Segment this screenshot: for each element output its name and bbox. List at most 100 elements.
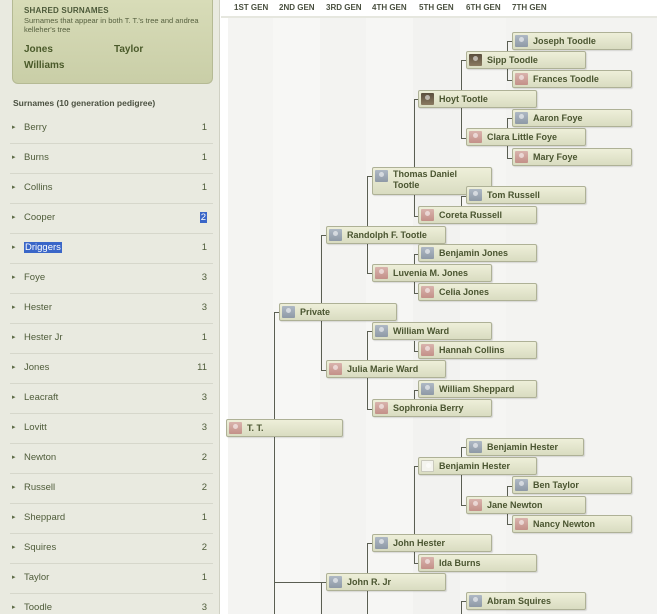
surname-row[interactable]: ▸ Taylor 1 [10, 564, 213, 594]
shared-surnames-box: SHARED SURNAMES Surnames that appear in … [12, 0, 213, 84]
person-box[interactable]: John Hester [372, 534, 492, 552]
surname-row[interactable]: ▸ Toodle 3 [10, 594, 213, 614]
person-box[interactable]: Clara Little Foye [466, 128, 586, 146]
person-box[interactable]: Celia Jones [418, 283, 537, 301]
person-name: John R. Jr [347, 577, 392, 587]
surname-row[interactable]: ▸ Driggers 1 [10, 234, 213, 264]
surname-count: 2 [199, 212, 207, 223]
generation-header: 4TH GEN [372, 3, 407, 12]
person-box[interactable]: Benjamin Hester [466, 438, 584, 456]
surname-label[interactable]: Burns [24, 152, 49, 163]
surname-count: 3 [201, 602, 207, 613]
surname-label[interactable]: Squires [24, 542, 56, 553]
surname-label[interactable]: Lovitt [24, 422, 47, 433]
surname-label[interactable]: Driggers [24, 242, 62, 253]
surname-row[interactable]: ▸ Berry 1 [10, 114, 213, 144]
expand-arrow-icon[interactable]: ▸ [12, 603, 16, 611]
expand-arrow-icon[interactable]: ▸ [12, 363, 16, 371]
person-box[interactable]: Private [279, 303, 397, 321]
person-box[interactable]: Coreta Russell [418, 206, 537, 224]
person-box[interactable]: Benjamin Hester [418, 457, 537, 475]
person-box[interactable]: Aaron Foye [512, 109, 632, 127]
surname-count: 1 [201, 572, 207, 583]
pedigree-chart: 1ST GEN 2ND GEN 3RD GEN 4TH GEN 5TH GEN 6TH G… [221, 0, 657, 614]
person-box[interactable]: Benjamin Jones [418, 244, 537, 262]
person-name: William Ward [393, 326, 450, 336]
surname-row[interactable]: ▸ Collins 1 [10, 174, 213, 204]
surname-row[interactable]: ▸ Hester Jr 1 [10, 324, 213, 354]
surname-label[interactable]: Taylor [24, 572, 49, 583]
person-box[interactable]: Mary Foye [512, 148, 632, 166]
shared-surname-link[interactable]: Taylor [114, 44, 143, 55]
expand-arrow-icon[interactable]: ▸ [12, 213, 16, 221]
person-name: John Hester [393, 538, 446, 548]
shared-surname-link[interactable]: Williams [24, 60, 64, 71]
person-box[interactable]: Sipp Toodle [466, 51, 586, 69]
surname-row[interactable]: ▸ Newton 2 [10, 444, 213, 474]
expand-arrow-icon[interactable]: ▸ [12, 483, 16, 491]
surname-label[interactable]: Sheppard [24, 512, 65, 523]
person-box[interactable]: William Sheppard [418, 380, 537, 398]
surname-count: 1 [201, 332, 207, 343]
surname-label[interactable]: Berry [24, 122, 47, 133]
person-box[interactable]: Jane Newton [466, 496, 586, 514]
expand-arrow-icon[interactable]: ▸ [12, 573, 16, 581]
surname-label[interactable]: Collins [24, 182, 53, 193]
surname-row[interactable]: ▸ Hester 3 [10, 294, 213, 324]
expand-arrow-icon[interactable]: ▸ [12, 333, 16, 341]
person-box[interactable]: Hoyt Tootle [418, 90, 537, 108]
connector-line [461, 196, 462, 206]
surname-label[interactable]: Jones [24, 362, 49, 373]
surname-row[interactable]: ▸ Lovitt 3 [10, 414, 213, 444]
surname-label[interactable]: Toodle [24, 602, 52, 613]
shared-surname-link[interactable]: Jones [24, 44, 53, 55]
surname-label[interactable]: Russell [24, 482, 55, 493]
person-box[interactable]: Abram Squires [466, 592, 586, 610]
person-box[interactable]: Luvenia M. Jones [372, 264, 492, 282]
surname-label[interactable]: Newton [24, 452, 56, 463]
person-box[interactable]: Ben Taylor [512, 476, 632, 494]
surname-row[interactable]: ▸ Russell 2 [10, 474, 213, 504]
surname-row[interactable]: ▸ Sheppard 1 [10, 504, 213, 534]
person-box[interactable]: Sophronia Berry [372, 399, 492, 417]
person-box[interactable]: Tom Russell [466, 186, 586, 204]
person-box[interactable]: Joseph Toodle [512, 32, 632, 50]
surname-row[interactable]: ▸ Foye 3 [10, 264, 213, 294]
female-avatar-icon [229, 422, 242, 434]
expand-arrow-icon[interactable]: ▸ [12, 303, 16, 311]
expand-arrow-icon[interactable]: ▸ [12, 273, 16, 281]
surname-row[interactable]: ▸ Squires 2 [10, 534, 213, 564]
surname-label[interactable]: Hester Jr [24, 332, 63, 343]
person-box[interactable]: Randolph F. Tootle [326, 226, 446, 244]
expand-arrow-icon[interactable]: ▸ [12, 513, 16, 521]
surname-label[interactable]: Foye [24, 272, 45, 283]
person-box[interactable]: William Ward [372, 322, 492, 340]
surname-label[interactable]: Hester [24, 302, 52, 313]
expand-arrow-icon[interactable]: ▸ [12, 243, 16, 251]
person-box[interactable]: Nancy Newton [512, 515, 632, 533]
surname-row[interactable]: ▸ Leacraft 3 [10, 384, 213, 414]
expand-arrow-icon[interactable]: ▸ [12, 153, 16, 161]
expand-arrow-icon[interactable]: ▸ [12, 543, 16, 551]
expand-arrow-icon[interactable]: ▸ [12, 423, 16, 431]
blank-avatar-icon [421, 460, 434, 472]
person-box[interactable]: Frances Toodle [512, 70, 632, 88]
expand-arrow-icon[interactable]: ▸ [12, 453, 16, 461]
generation-header: 3RD GEN [326, 3, 362, 12]
person-box[interactable]: T. T. [226, 419, 343, 437]
male-avatar-icon [375, 170, 388, 182]
surname-count: 3 [201, 422, 207, 433]
surname-count: 2 [201, 482, 207, 493]
surname-label[interactable]: Cooper [24, 212, 55, 223]
person-box[interactable]: Julia Marie Ward [326, 360, 446, 378]
person-box[interactable]: Hannah Collins [418, 341, 537, 359]
expand-arrow-icon[interactable]: ▸ [12, 393, 16, 401]
surname-row[interactable]: ▸ Jones 11 [10, 354, 213, 384]
surname-row[interactable]: ▸ Burns 1 [10, 144, 213, 174]
person-box[interactable]: John R. Jr [326, 573, 446, 591]
expand-arrow-icon[interactable]: ▸ [12, 183, 16, 191]
surname-label[interactable]: Leacraft [24, 392, 58, 403]
surname-row[interactable]: ▸ Cooper 2 [10, 204, 213, 234]
expand-arrow-icon[interactable]: ▸ [12, 123, 16, 131]
person-box[interactable]: Ida Burns [418, 554, 537, 572]
